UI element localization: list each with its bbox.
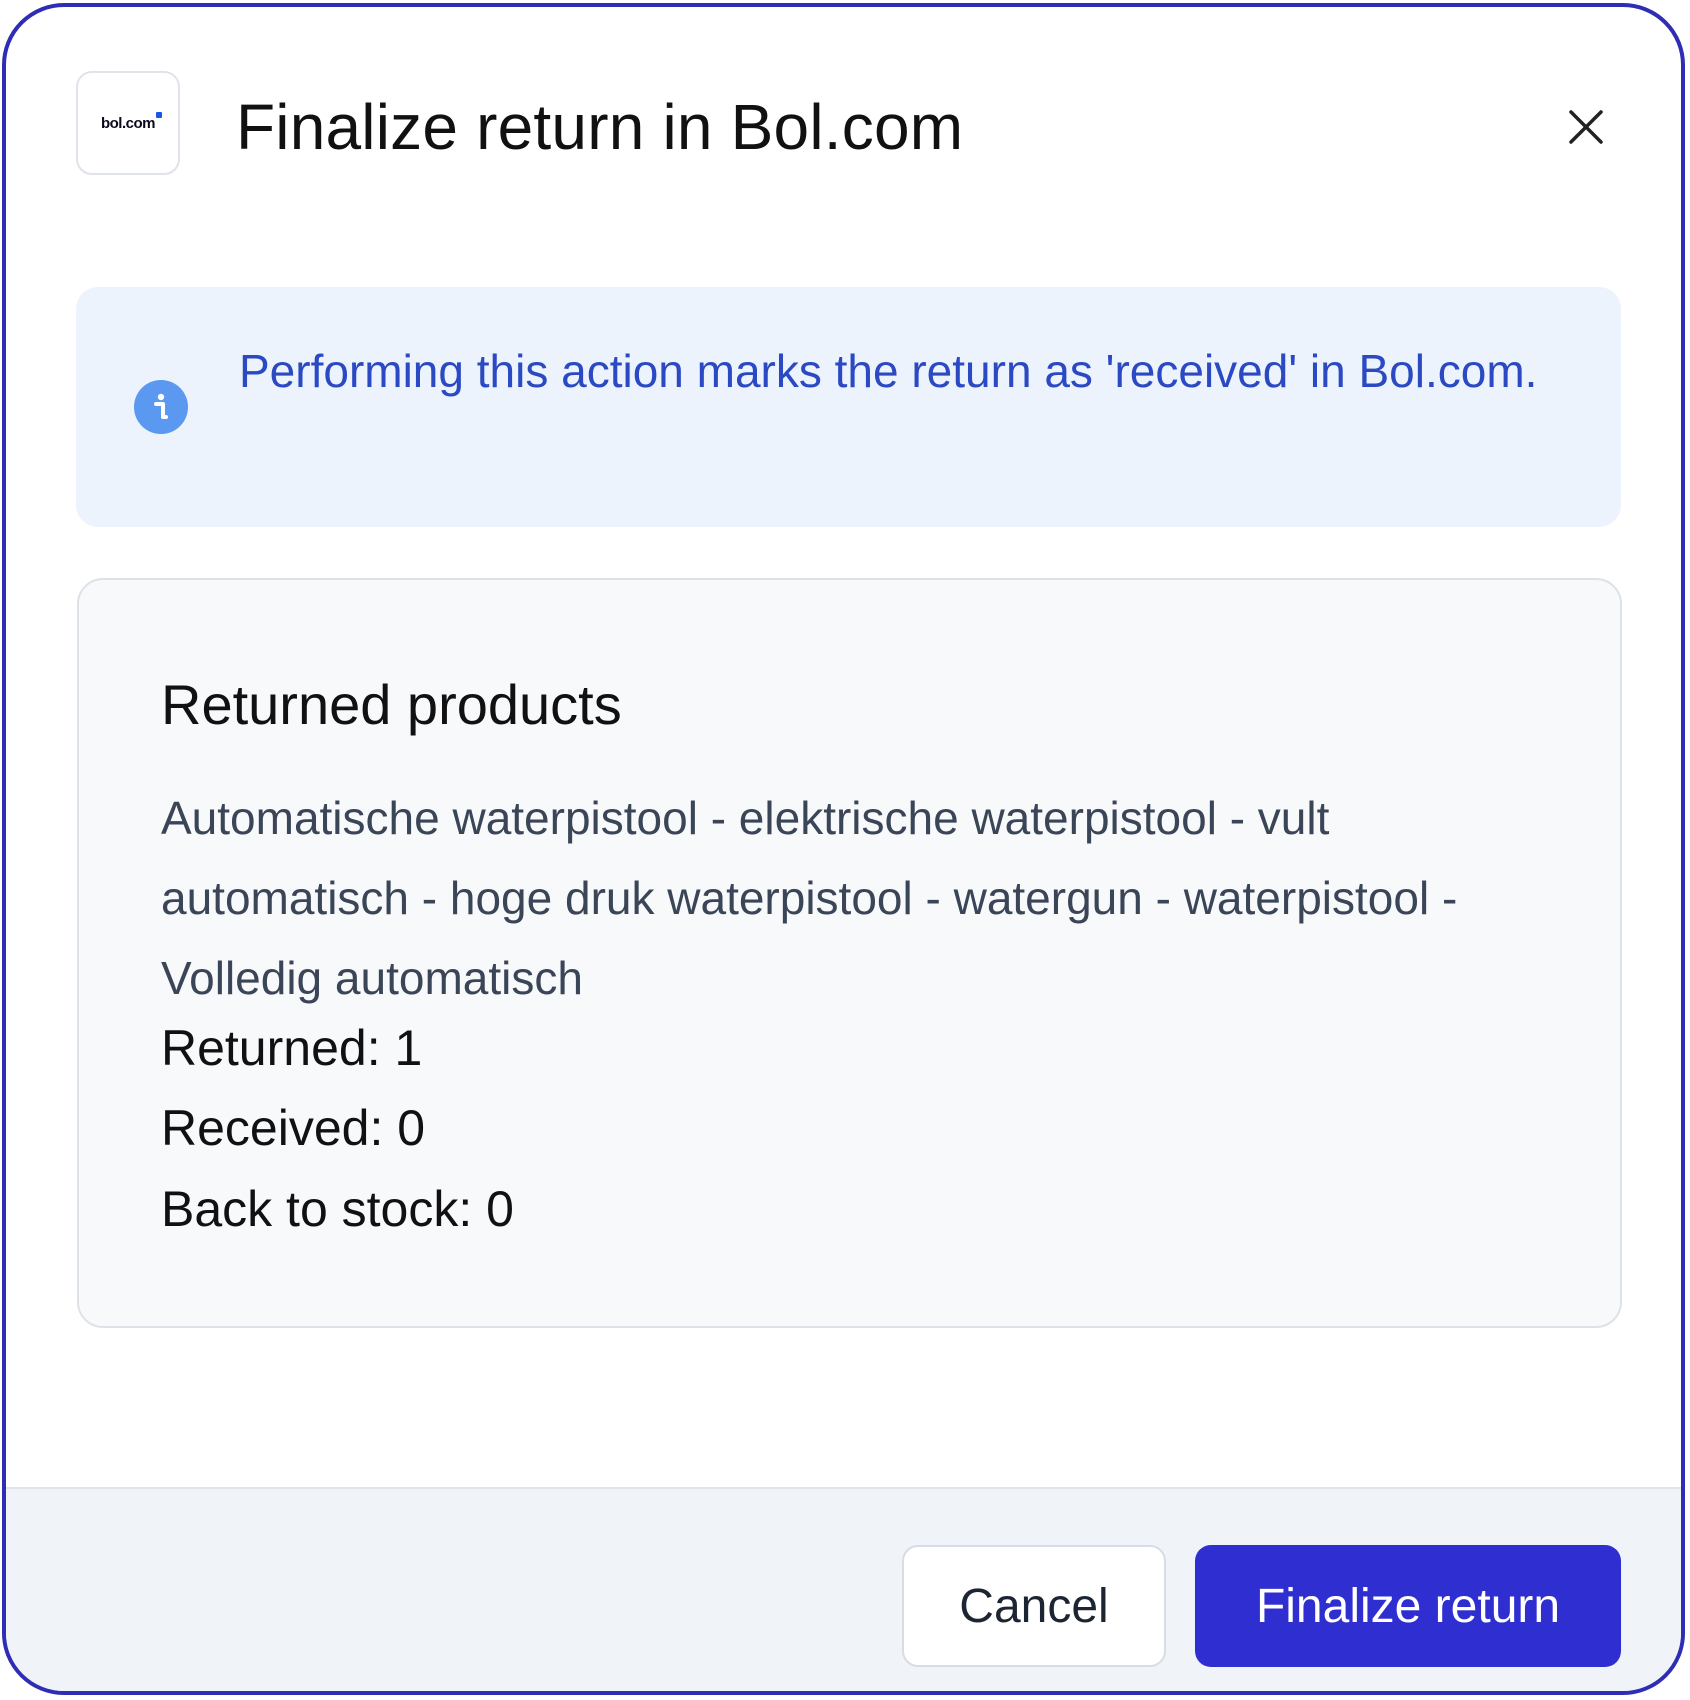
close-icon <box>1569 110 1603 144</box>
returned-products-heading: Returned products <box>161 673 622 736</box>
returned-products-card: Returned products Automatische waterpist… <box>77 578 1622 1328</box>
logo-text: bol.com <box>101 111 162 132</box>
received-count: Received: 0 <box>161 1100 426 1156</box>
dialog-footer: Cancel Finalize return <box>6 1487 1681 1691</box>
finalize-return-dialog: bol.com Finalize return in Bol.com Perfo… <box>2 3 1685 1695</box>
bolcom-logo: bol.com <box>76 71 180 175</box>
close-button[interactable] <box>1566 107 1606 147</box>
cancel-button[interactable]: Cancel <box>902 1545 1166 1667</box>
info-message: Performing this action marks the return … <box>239 345 1538 397</box>
logo-accent <box>156 111 162 118</box>
product-name: Automatische waterpistool - elektrische … <box>161 792 1458 1004</box>
info-icon <box>134 380 188 434</box>
info-banner: Performing this action marks the return … <box>76 287 1621 527</box>
back-to-stock-count: Back to stock: 0 <box>161 1181 514 1237</box>
dialog-title: Finalize return in Bol.com <box>236 91 964 163</box>
finalize-return-button[interactable]: Finalize return <box>1195 1545 1621 1667</box>
returned-count: Returned: 1 <box>161 1020 423 1076</box>
